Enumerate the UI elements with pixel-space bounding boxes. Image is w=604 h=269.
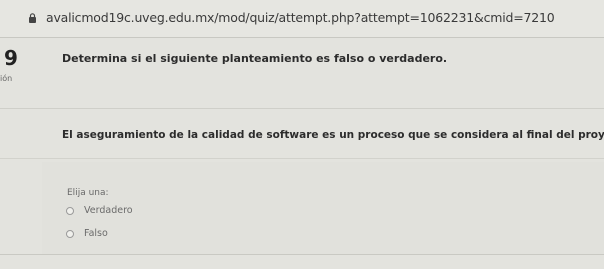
radio-button[interactable] (66, 206, 74, 215)
lock-icon (29, 13, 36, 23)
option-label: Falso (84, 228, 108, 239)
divider (0, 254, 604, 255)
question-prompt: Determina si el siguiente planteamiento … (62, 52, 448, 65)
divider (0, 158, 604, 159)
divider (0, 108, 604, 109)
question-info-label: ión (0, 74, 13, 83)
option-verdadero[interactable]: Verdadero (66, 205, 133, 216)
question-number: 9 (4, 46, 18, 70)
option-label: Verdadero (84, 205, 133, 216)
radio-button[interactable] (66, 229, 74, 238)
question-text: El aseguramiento de la calidad de softwa… (62, 129, 604, 141)
browser-address-bar[interactable]: avalicmod19c.uveg.edu.mx/mod/quiz/attemp… (0, 0, 604, 38)
choose-label: Elija una: (67, 188, 109, 198)
option-falso[interactable]: Falso (66, 228, 108, 239)
url-text[interactable]: avalicmod19c.uveg.edu.mx/mod/quiz/attemp… (46, 10, 555, 25)
